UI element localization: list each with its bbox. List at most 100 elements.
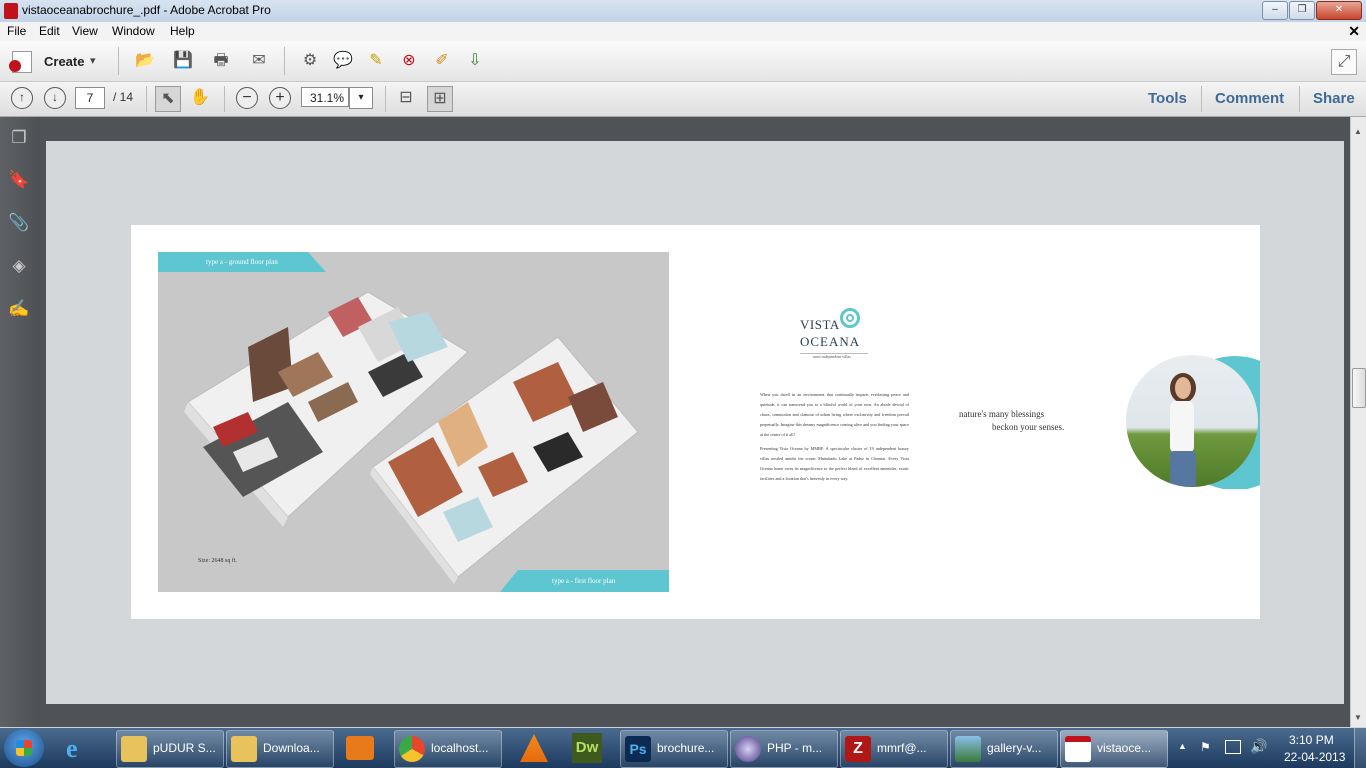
fit-page-icon[interactable]: ⊟ [394, 86, 418, 110]
quote-line-2: beckon your senses. [992, 422, 1065, 432]
image-viewer-icon [955, 736, 981, 762]
tools-pane-link[interactable]: Tools [1148, 90, 1187, 107]
menu-view[interactable]: View [72, 24, 98, 38]
export-icon[interactable]: ⇩ [463, 49, 487, 73]
taskbar-item-downloads[interactable]: Downloa... [226, 730, 334, 768]
taskbar-item-filezilla[interactable]: Z mmrf@... [840, 730, 948, 768]
hand-tool-icon[interactable]: ✋ [188, 86, 212, 110]
close-document-icon[interactable]: ✕ [1348, 23, 1360, 40]
signatures-icon[interactable]: ✍ [8, 298, 30, 320]
bookmarks-icon[interactable]: 🔖 [8, 169, 30, 191]
taskbar-item-gallery[interactable]: gallery-v... [950, 730, 1058, 768]
action-center-flag-icon[interactable]: ⚑ [1200, 740, 1214, 754]
taskbar-item-label: brochure... [657, 741, 715, 755]
share-pane-link[interactable]: Share [1313, 90, 1355, 107]
zoom-level-input[interactable]: 31.1% [301, 87, 349, 107]
select-cursor-icon[interactable]: ⬉ [155, 86, 181, 112]
vertical-scrollbar[interactable]: ▲ ▼ [1350, 117, 1366, 727]
menu-window[interactable]: Window [112, 24, 155, 38]
ground-floor-tag-text: type a - ground floor plan [206, 258, 278, 266]
scrollbar-thumb[interactable] [1352, 368, 1366, 408]
first-floor-tag: type a - first floor plan [500, 570, 669, 592]
internet-explorer-icon[interactable]: e [66, 734, 100, 763]
expand-icon[interactable]: ⤢ [1331, 49, 1357, 75]
logo-swirl-icon [840, 308, 860, 328]
taskbar-item-acrobat[interactable]: vistaoce... [1060, 730, 1168, 768]
restore-button[interactable]: ❐ [1289, 1, 1315, 20]
scroll-up-icon[interactable]: ▲ [1354, 127, 1362, 136]
create-label: Create [44, 54, 85, 69]
pdf-file-icon [1065, 736, 1091, 762]
main-toolbar: Create ▾ 📂 💾 🖶 ✉ ⚙ 💬 ✎ ⊗ ✐ ⇩ ⤢ [0, 41, 1366, 82]
next-page-icon[interactable]: ↓ [44, 87, 66, 109]
start-button[interactable] [4, 729, 44, 767]
toolbar-divider [118, 47, 119, 75]
menu-file[interactable]: File [7, 24, 26, 38]
first-floor-tag-text: type a - first floor plan [552, 577, 616, 585]
taskbar-item-label: Downloa... [263, 741, 320, 755]
close-button[interactable]: ✕ [1316, 1, 1362, 20]
zoom-out-icon[interactable]: − [236, 87, 258, 109]
eclipse-icon [735, 736, 761, 762]
left-navigation-pane: ❐ 🔖 📎 ◈ ✍ [0, 117, 40, 727]
logo-tagline: semi independent villas [813, 354, 851, 359]
previous-page-icon[interactable]: ↑ [11, 87, 33, 109]
fit-width-icon[interactable]: ⊞ [427, 86, 453, 112]
open-folder-icon[interactable]: 📂 [133, 49, 157, 73]
create-button[interactable]: Create ▾ [9, 49, 110, 73]
taskbar-item-label: vistaoce... [1097, 741, 1152, 755]
scroll-down-icon[interactable]: ▼ [1354, 713, 1362, 722]
photo-top [1170, 401, 1194, 453]
media-player-icon[interactable] [346, 736, 374, 760]
folder-icon [231, 736, 257, 762]
zoom-in-icon[interactable]: + [269, 87, 291, 109]
print-icon[interactable]: 🖶 [209, 49, 233, 73]
page-number-input[interactable]: 7 [75, 87, 105, 109]
vlc-icon[interactable] [520, 734, 548, 762]
navigation-toolbar: ↑ ↓ 7 / 14 ⬉ ✋ − + 31.1% ▾ ⊟ ⊞ Tools Com… [0, 82, 1366, 117]
photo-face [1175, 377, 1191, 399]
dreamweaver-icon[interactable]: Dw [572, 733, 602, 763]
brochure-body-text: When you dwell in an environment that co… [760, 390, 909, 488]
minimize-button[interactable]: ‒ [1262, 1, 1288, 20]
clock-time[interactable]: 3:10 PM [1289, 733, 1334, 747]
gear-icon[interactable]: ⚙ [298, 49, 322, 73]
toolbar-divider [1201, 86, 1202, 112]
windows-logo-icon [16, 740, 32, 756]
clock-date[interactable]: 22-04-2013 [1284, 750, 1345, 764]
ground-floor-tag: type a - ground floor plan [158, 252, 326, 272]
toolbar-divider [146, 86, 147, 112]
filezilla-icon: Z [845, 736, 871, 762]
highlight-text-icon[interactable]: ✎ [364, 49, 388, 73]
taskbar-item-brochure[interactable]: Ps brochure... [620, 730, 728, 768]
toolbar-divider [224, 86, 225, 112]
menu-edit[interactable]: Edit [39, 24, 60, 38]
quote-line-1: nature's many blessings [959, 409, 1045, 419]
comment-bubble-icon[interactable]: 💬 [331, 49, 355, 73]
zoom-dropdown-icon[interactable]: ▾ [349, 87, 373, 109]
taskbar-item-pudur[interactable]: pUDUR S... [116, 730, 224, 768]
menu-help[interactable]: Help [170, 24, 195, 38]
network-icon[interactable] [1225, 740, 1241, 754]
taskbar-item-php[interactable]: PHP - m... [730, 730, 838, 768]
toolbar-divider [1299, 86, 1300, 112]
logo-swirl-inner [846, 314, 854, 322]
comment-pane-link[interactable]: Comment [1215, 90, 1284, 107]
save-icon[interactable]: 💾 [171, 49, 195, 73]
taskbar-item-localhost[interactable]: localhost... [394, 730, 502, 768]
attachments-icon[interactable]: 📎 [8, 212, 30, 234]
body-paragraph: Presenting Vista Oceana by MMRF. A spect… [760, 446, 909, 481]
delete-page-icon[interactable]: ⊗ [397, 49, 421, 73]
taskbar-item-label: PHP - m... [767, 741, 823, 755]
edit-document-icon[interactable]: ✐ [430, 49, 454, 73]
show-hidden-icons-icon[interactable]: ▲ [1178, 741, 1187, 751]
email-icon[interactable]: ✉ [247, 49, 271, 73]
taskbar-item-label: gallery-v... [987, 741, 1042, 755]
page-thumbnails-icon[interactable]: ❐ [8, 127, 30, 149]
volume-icon[interactable]: 🔊 [1250, 738, 1267, 755]
toolbar-divider [385, 86, 386, 112]
toolbar-divider [284, 47, 285, 75]
show-desktop-button[interactable] [1354, 728, 1366, 768]
title-bar: vistaoceanabrochure_.pdf - Adobe Acrobat… [0, 0, 1366, 22]
layers-icon[interactable]: ◈ [8, 255, 30, 277]
